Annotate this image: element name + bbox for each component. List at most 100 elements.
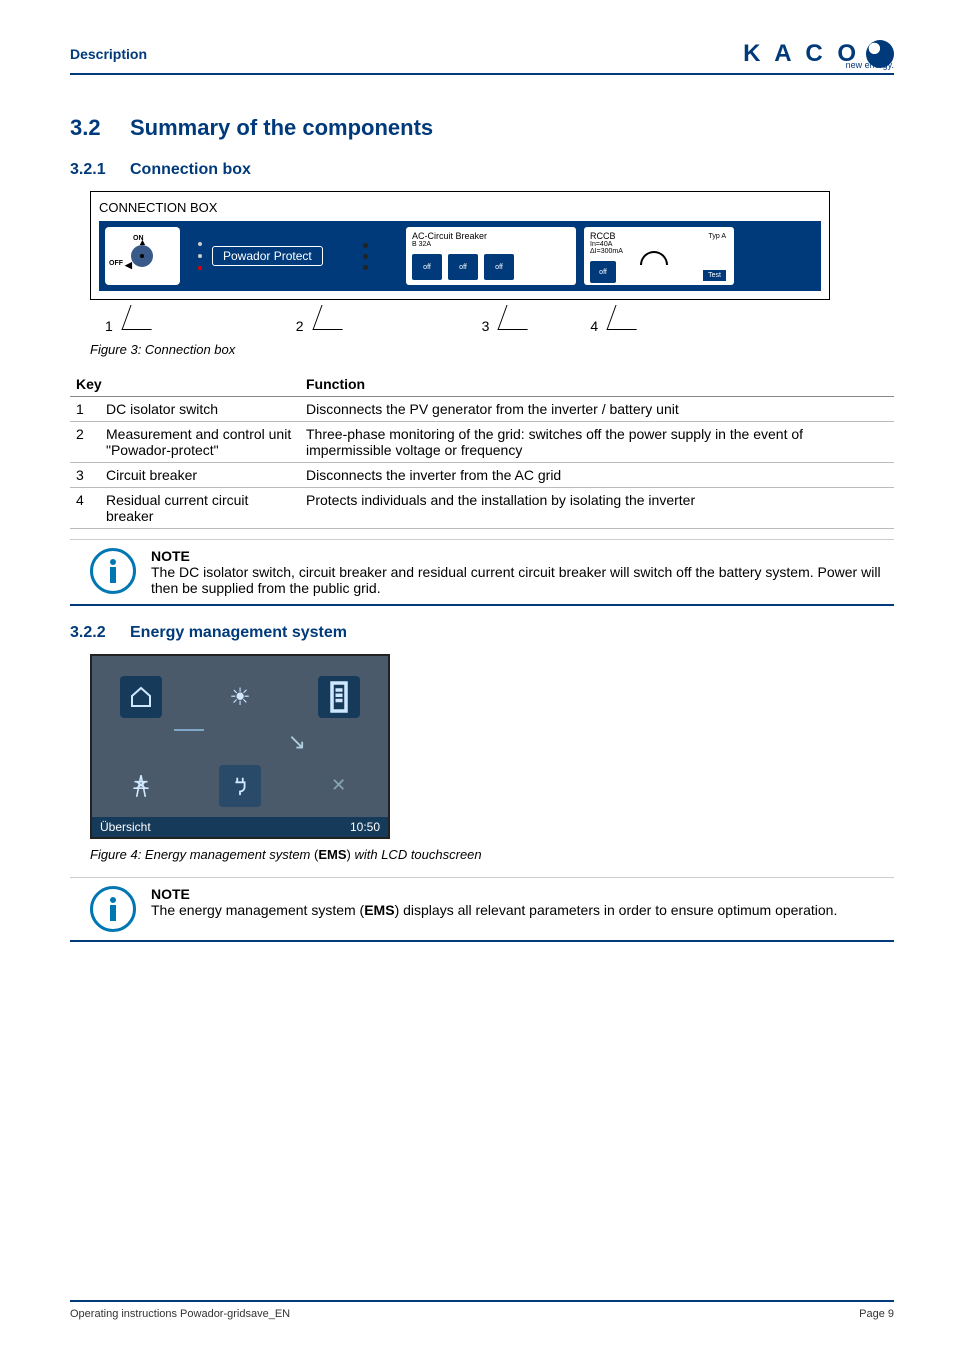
info-icon <box>90 548 136 594</box>
cell-key: 3 <box>70 463 100 488</box>
ems-mid-row: ✕ <box>92 755 388 818</box>
fig4-text-e: with LCD touchscreen <box>351 847 482 862</box>
note-1-text: NOTE The DC isolator switch, circuit bre… <box>151 548 894 596</box>
callout-3-num: 3 <box>482 318 490 334</box>
cell-key: 4 <box>70 488 100 529</box>
protect-leds-left <box>198 242 202 270</box>
rccb-test-button: Test <box>703 270 726 281</box>
connection-box-title: CONNECTION BOX <box>99 200 821 215</box>
cell-name: DC isolator switch <box>100 397 300 422</box>
note-2-body: The energy management system (EMS) displ… <box>151 902 837 918</box>
rccb-switch: off <box>590 261 616 283</box>
ems-time: 10:50 <box>350 820 380 834</box>
cell-key: 1 <box>70 397 100 422</box>
footer-right: Page 9 <box>859 1308 894 1320</box>
section-heading: 3.2Summary of the components <box>70 115 894 141</box>
callout-1-num: 1 <box>105 318 113 334</box>
header-section: Description <box>70 46 147 62</box>
ems-plug-icon <box>219 765 261 807</box>
rccb: RCCB In=40A ΔI=300mA Typ A off Test <box>584 227 734 285</box>
note-1-title: NOTE <box>151 548 894 564</box>
cell-name: Circuit breaker <box>100 463 300 488</box>
ems-home-icon <box>120 676 162 718</box>
callout-3: 3 <box>482 305 533 334</box>
note-2: NOTE The energy management system (EMS) … <box>70 877 894 942</box>
ems-battery-icon <box>318 676 360 718</box>
note-1: NOTE The DC isolator switch, circuit bre… <box>70 539 894 606</box>
cb-switch-1: off <box>412 254 442 280</box>
figure-3-caption: Figure 3: Connection box <box>90 342 894 357</box>
footer-rule <box>70 1300 894 1302</box>
note2-body-a: The energy management system ( <box>151 902 364 918</box>
cell-key: 2 <box>70 422 100 463</box>
ems-pylon-icon <box>120 765 162 807</box>
footer-left: Operating instructions Powador-gridsave_… <box>70 1308 290 1320</box>
page-header: Description K A C O new energy. <box>70 40 894 75</box>
callout-1: 1 <box>105 305 156 334</box>
logo-tagline: new energy. <box>846 60 894 70</box>
key-table: Key Function 1DC isolator switchDisconne… <box>70 372 894 529</box>
cb-title: AC-Circuit Breaker <box>412 231 570 241</box>
switch-off-label: OFF <box>109 260 123 267</box>
ems-sun-icon: ☀ <box>219 676 261 718</box>
connection-box-figure: CONNECTION BOX ON OFF ▲ ◀ Powador Protec… <box>90 191 830 300</box>
logo-text: K A C O <box>743 40 860 68</box>
ems-status-bar: Übersicht 10:50 <box>92 817 388 837</box>
cell-name: Residual current circuit breaker <box>100 488 300 529</box>
cell-function: Disconnects the inverter from the AC gri… <box>300 463 894 488</box>
subsection-title: Connection box <box>130 161 251 178</box>
subsection-number: 3.2.1 <box>70 161 130 179</box>
page-footer: Operating instructions Powador-gridsave_… <box>70 1300 894 1320</box>
cell-function: Disconnects the PV generator from the in… <box>300 397 894 422</box>
subsection-2-number: 3.2.2 <box>70 624 130 642</box>
note-1-body: The DC isolator switch, circuit breaker … <box>151 564 894 596</box>
protect-leds-right <box>363 243 368 270</box>
table-row: 2Measurement and control unit "Powador-p… <box>70 422 894 463</box>
powador-protect: Powador Protect <box>188 227 398 285</box>
table-row: 4Residual current circuit breakerProtect… <box>70 488 894 529</box>
switch-arrow-left-icon: ◀ <box>125 260 132 271</box>
note2-body-c: ) displays all relevant parameters in or… <box>395 902 838 918</box>
footer-row: Operating instructions Powador-gridsave_… <box>70 1308 894 1320</box>
fig4-ems: EMS <box>318 847 346 862</box>
ems-status-label: Übersicht <box>100 820 151 834</box>
cb-subtitle: B 32A <box>412 241 570 248</box>
note2-body-ems: EMS <box>364 902 394 918</box>
connection-box-panel: ON OFF ▲ ◀ Powador Protect AC-Circuit Br… <box>99 221 821 291</box>
ems-lines-row <box>92 729 388 755</box>
subsection-heading-2: 3.2.2Energy management system <box>70 624 894 642</box>
cell-function: Protects individuals and the installatio… <box>300 488 894 529</box>
ems-arrow-icon <box>288 729 306 755</box>
table-row: 3Circuit breakerDisconnects the inverter… <box>70 463 894 488</box>
section-number: 3.2 <box>70 115 130 141</box>
th-function: Function <box>300 372 894 397</box>
rccb-typ: Typ A <box>708 233 726 240</box>
subsection-2-title: Energy management system <box>130 624 347 641</box>
note-2-title: NOTE <box>151 886 837 902</box>
callout-2: 2 <box>296 305 347 334</box>
ems-top-row: ☀ <box>92 656 388 729</box>
callout-2-num: 2 <box>296 318 304 334</box>
rccb-line1: In=40A <box>590 241 728 248</box>
callout-line-icon <box>498 305 537 330</box>
fig4-text-a: Figure 4: Energy management system <box>90 847 314 862</box>
callout-line-icon <box>312 305 351 330</box>
switch-knob-icon <box>131 245 153 267</box>
subsection-heading-1: 3.2.1Connection box <box>70 161 894 179</box>
callout-line-icon <box>607 305 646 330</box>
protect-label: Powador Protect <box>212 246 323 266</box>
ems-touchscreen: ☀ ✕ Übersicht 10:50 <box>90 654 390 839</box>
cb-switch-3: off <box>484 254 514 280</box>
callout-4-num: 4 <box>590 318 598 334</box>
ems-tools-icon: ✕ <box>318 765 360 807</box>
table-row: 1DC isolator switchDisconnects the PV ge… <box>70 397 894 422</box>
ac-circuit-breaker: AC-Circuit Breaker B 32A off off off <box>406 227 576 285</box>
rccb-title: RCCB <box>590 231 728 241</box>
section-title: Summary of the components <box>130 115 433 140</box>
cell-name: Measurement and control unit "Powador-pr… <box>100 422 300 463</box>
info-icon <box>90 886 136 932</box>
dc-isolator-switch: ON OFF ▲ ◀ <box>105 227 180 285</box>
cb-switches: off off off <box>412 254 570 280</box>
figure-4-caption: Figure 4: Energy management system (EMS)… <box>90 847 894 862</box>
ems-line-icon <box>174 729 204 731</box>
